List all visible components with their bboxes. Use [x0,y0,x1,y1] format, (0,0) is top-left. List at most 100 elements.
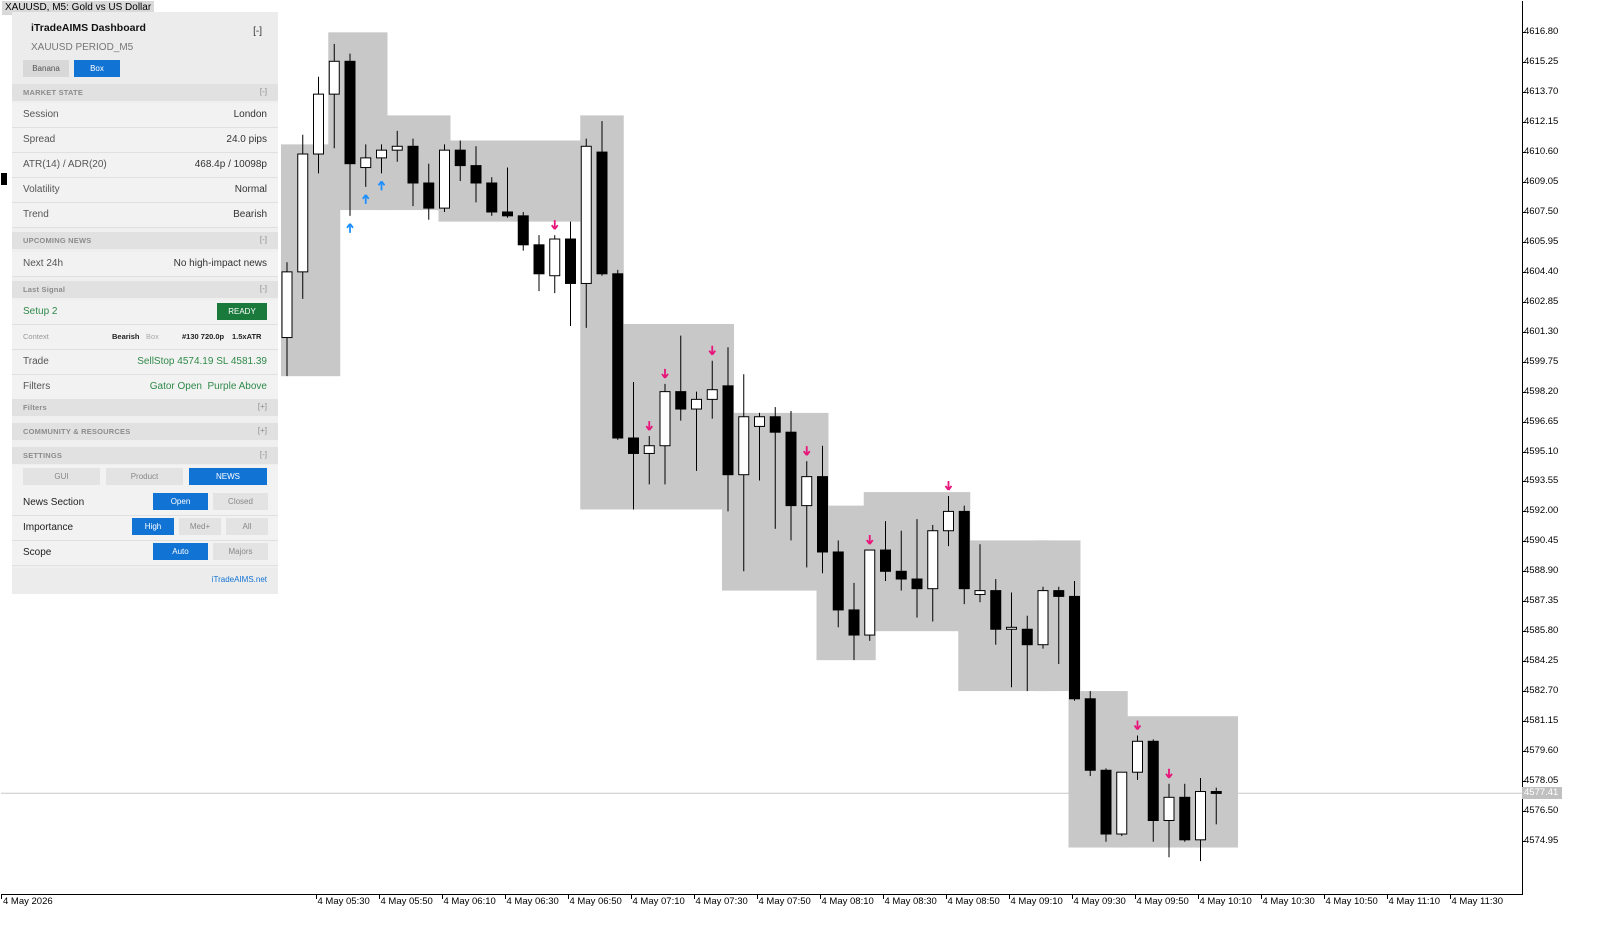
time-label: 4 May 06:10 [443,896,496,907]
time-tick [504,895,506,899]
price-label: 4613.70 [1524,86,1559,98]
news-closed-button[interactable]: Closed [213,493,268,510]
price-label: 4578.05 [1524,774,1559,786]
candle-body [344,60,356,165]
candle-body [454,149,466,167]
candle-body [801,476,813,507]
context-label: Context [23,332,49,341]
settings-toggle[interactable]: [-] [260,450,267,459]
settings-tabs-row: GUI Product NEWS [12,465,278,492]
dashboard-subtitle: XAUUSD PERIOD_M5 [31,42,134,53]
time-tick [567,895,569,899]
price-label: 4581.15 [1524,715,1559,726]
time-tick [630,895,632,899]
scope-row: Scope Auto Majors [12,541,278,566]
setup-label: Setup 2 [23,306,58,317]
candle-body [895,570,907,580]
time-label: 4 May 09:10 [1010,896,1063,907]
candle-body [785,431,797,507]
atr-adr-label: ATR(14) / ADR(20) [23,159,107,170]
dashboard-footer: iTradeAIMS.net [12,568,278,594]
community-toggle[interactable]: [+] [258,426,267,435]
price-label: 4574.95 [1524,834,1559,846]
candle-body [643,445,655,454]
last-signal-header[interactable]: Last Signal [-] [12,281,278,298]
time-label: 4 May 09:50 [1136,896,1189,907]
candle-body [706,389,718,400]
candle-body [691,398,702,410]
box-mode-button[interactable]: Box [74,60,120,77]
community-header[interactable]: COMMUNITY & RESOURCES [+] [12,423,278,440]
price-label: 4602.85 [1524,295,1559,307]
candle-body [848,609,860,636]
sell-arrow-icon [944,480,953,491]
price-label: 4601.30 [1524,325,1559,337]
importance-high-button[interactable]: High [132,518,174,535]
settings-header[interactable]: SETTINGS [-] [12,447,278,464]
price-axis[interactable]: 4616.80 4615.25 4613.70 4612.15 4610.60 4609.… [1522,0,1600,894]
time-tick [378,895,380,899]
time-label: 4 May 08:10 [821,896,874,907]
upcoming-news-header[interactable]: UPCOMING NEWS [-] [12,232,278,249]
price-label: 4592.00 [1524,505,1559,517]
scope-auto-button[interactable]: Auto [153,543,208,560]
price-label: 4596.65 [1524,415,1559,427]
time-tick [1386,895,1388,899]
time-label: 4 May 07:50 [758,896,811,907]
setup-row: Setup 2 READY [12,300,278,325]
importance-all-button[interactable]: All [226,518,268,535]
trend-value: Bearish [233,209,267,220]
price-label: 4593.55 [1524,475,1559,487]
scope-majors-button[interactable]: Majors [213,543,268,560]
time-label: 4 May 10:10 [1199,896,1252,907]
current-price-label: 4577.41 [1522,787,1562,800]
time-tick [1260,895,1262,899]
scope-label: Scope [23,547,52,558]
trade-row: Trade SellStop 4574.19 SL 4581.39 [12,350,278,375]
news-open-button[interactable]: Open [153,493,208,510]
filters-section-toggle[interactable]: [+] [258,402,267,411]
filters-section-header[interactable]: Filters [+] [12,399,278,416]
time-tick [945,895,947,899]
trend-label: Trend [23,209,49,220]
market-state-toggle[interactable]: [-] [260,87,267,96]
banana-mode-button[interactable]: Banana [23,60,69,77]
filter-gator-open: Gator Open [149,381,202,392]
candle-body [549,238,561,277]
trade-label: Trade [23,356,49,367]
last-signal-toggle[interactable]: [-] [260,284,267,293]
candle-body [738,416,750,476]
volatility-label: Volatility [23,184,60,195]
price-label: 4587.35 [1524,595,1559,607]
importance-medplus-button[interactable]: Med+ [179,518,221,535]
itradeaims-link[interactable]: iTradeAIMS.net [212,575,267,584]
price-label: 4605.95 [1524,235,1559,247]
tab-news[interactable]: NEWS [189,468,267,485]
upcoming-news-toggle[interactable]: [-] [260,235,267,244]
candle-body [817,476,828,553]
dashboard-collapse-button[interactable]: [-] [253,26,262,37]
candle-body [360,157,372,169]
news-section-row: News Section Open Closed [12,491,278,516]
price-label: 4607.50 [1524,205,1559,217]
candle-body [1021,628,1033,646]
candle-body [439,149,450,209]
price-label: 4582.70 [1524,685,1559,697]
market-state-header[interactable]: MARKET STATE [-] [12,84,278,101]
signal-filters-row: Filters Gator Open Purple Above [12,375,278,400]
time-axis[interactable]: 4 May 2026 4 May 05:30 4 May 05:50 4 May 06… [0,895,1600,929]
tab-gui[interactable]: GUI [23,468,100,485]
candle-body [832,551,844,611]
news-section-label: News Section [23,497,85,508]
filters-section-title: Filters [23,403,47,412]
time-label: 4 May 07:10 [632,896,685,907]
candle-body [1147,740,1159,822]
dashboard-header: iTradeAIMS Dashboard [-] XAUUSD PERIOD_M… [12,12,278,84]
price-label: 4595.10 [1524,445,1559,457]
time-tick [693,895,695,899]
candle-body [580,145,592,284]
candle-body [1084,698,1096,771]
tab-product[interactable]: Product [106,468,183,485]
price-label: 4604.40 [1524,265,1559,277]
candle-body [864,549,876,636]
